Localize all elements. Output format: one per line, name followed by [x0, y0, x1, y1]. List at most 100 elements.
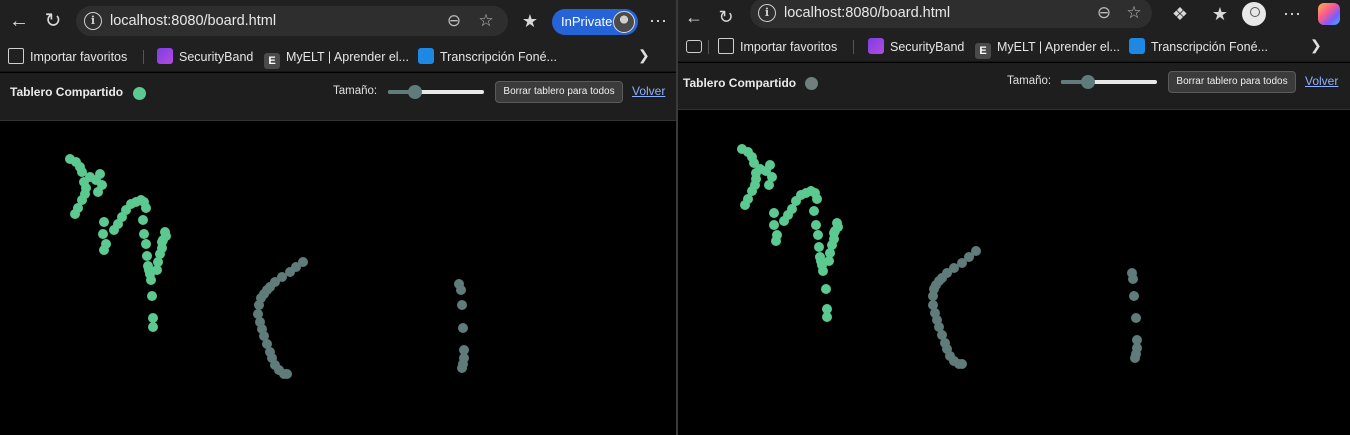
connection-status-dot [805, 77, 818, 90]
folder-import-icon [718, 38, 734, 54]
address-bar[interactable]: i localhost:8080/board.html ⊖ ☆ [76, 6, 508, 36]
size-label: Tamaño: [333, 85, 378, 97]
stroke-dot [765, 160, 775, 170]
folder-import-icon [8, 48, 24, 64]
stroke-dot [812, 194, 822, 204]
stroke-dot [829, 228, 839, 238]
more-menu-icon[interactable]: ⋯ [646, 9, 670, 33]
drawing-canvas[interactable] [678, 111, 1350, 435]
back-link[interactable]: Volver [632, 84, 665, 98]
favorite-myelt[interactable]: E MyELT | Aprender el... [975, 37, 1120, 59]
favorite-transcription[interactable]: Transcripción Foné... [1129, 37, 1268, 57]
stroke-dot [141, 203, 151, 213]
stroke-dot [1130, 353, 1140, 363]
drawn-stroke-green [109, 195, 151, 235]
favorite-star-icon[interactable]: ☆ [476, 11, 496, 31]
transcription-icon [1129, 38, 1145, 54]
inprivate-badge[interactable]: InPrivate [552, 9, 638, 35]
refresh-icon[interactable]: ↻ [40, 8, 66, 34]
favorites-list-icon[interactable]: ★ [518, 9, 542, 33]
clear-board-button[interactable]: Borrar tablero para todos [495, 81, 623, 103]
app-header: Tablero Compartido Tamaño: Borrar tabler… [0, 73, 676, 121]
drawn-stroke-green [152, 227, 171, 275]
stroke-dot [146, 275, 156, 285]
favorite-myelt[interactable]: E MyELT | Aprender el... [264, 47, 409, 69]
stroke-dot [740, 200, 750, 210]
site-info-icon[interactable]: i [84, 12, 102, 30]
address-bar-row: ← ↻ i localhost:8080/board.html ⊖ ☆ ★ In… [0, 0, 676, 42]
stroke-dot [99, 245, 109, 255]
favorite-star-icon[interactable]: ☆ [1124, 3, 1144, 23]
copilot-icon[interactable] [1318, 3, 1340, 25]
back-link[interactable]: Volver [1305, 74, 1338, 88]
stroke-dot [282, 369, 292, 379]
drawn-stroke-green [65, 154, 91, 219]
favorites-list-icon[interactable]: ★ [1208, 2, 1232, 26]
page-title: Tablero Compartido [683, 76, 797, 90]
refresh-icon[interactable]: ↻ [714, 5, 738, 29]
brush-size-slider[interactable] [388, 85, 484, 99]
stroke-dot [1129, 291, 1139, 301]
favorites-bar: Importar favoritos SecurityBand E MyELT |… [678, 32, 1350, 62]
stroke-dot [148, 322, 158, 332]
favorite-transcription[interactable]: Transcripción Foné... [418, 47, 557, 67]
favorites-separator [853, 40, 854, 54]
favorites-bar: Importar favoritos SecurityBand E MyELT |… [0, 42, 676, 72]
drawing-canvas[interactable] [0, 122, 676, 435]
favorite-import[interactable]: Importar favoritos [718, 37, 837, 57]
tab-actions-icon[interactable] [686, 40, 702, 53]
stroke-dot [814, 242, 824, 252]
stroke-dot [142, 251, 152, 261]
brush-size-slider[interactable] [1061, 75, 1157, 89]
favorites-separator [143, 50, 144, 64]
drawn-stroke-green [737, 144, 761, 210]
url-text: localhost:8080/board.html [110, 13, 277, 29]
stroke-dot [254, 300, 264, 310]
clear-board-button[interactable]: Borrar tablero para todos [1168, 71, 1296, 93]
chevron-right-icon[interactable]: ❯ [1310, 37, 1322, 54]
stroke-dot [70, 209, 80, 219]
stroke-dot [957, 359, 967, 369]
stroke-dot [93, 187, 103, 197]
inprivate-label: InPrivate [561, 14, 613, 29]
favorite-import[interactable]: Importar favoritos [8, 47, 127, 67]
site-info-icon[interactable]: i [758, 4, 776, 22]
browser-window-right: ← ↻ i localhost:8080/board.html ⊖ ☆ ❖ ★ … [678, 0, 1350, 435]
myelt-icon: E [264, 53, 280, 69]
stroke-dot [458, 323, 468, 333]
stroke-dot [769, 220, 779, 230]
address-bar[interactable]: i localhost:8080/board.html ⊖ ☆ [750, 0, 1152, 28]
more-menu-icon[interactable]: ⋯ [1280, 2, 1304, 26]
stroke-dot [1128, 274, 1138, 284]
extensions-icon[interactable]: ❖ [1168, 2, 1192, 26]
stroke-dot [824, 256, 834, 266]
stroke-dot [138, 215, 148, 225]
stroke-dot [99, 217, 109, 227]
favorite-securityband[interactable]: SecurityBand [868, 37, 964, 57]
favorite-securityband[interactable]: SecurityBand [157, 47, 253, 67]
slider-thumb[interactable] [407, 85, 422, 99]
profile-icon[interactable] [1242, 2, 1266, 26]
stroke-dot [95, 169, 105, 179]
drawn-stroke-green [779, 186, 822, 226]
slider-thumb[interactable] [1080, 75, 1095, 89]
drawn-stroke-gray [1127, 268, 1142, 363]
stroke-dot [818, 266, 828, 276]
stroke-dot [1131, 313, 1141, 323]
drawn-stroke-gray [454, 279, 469, 373]
chevron-right-icon[interactable]: ❯ [638, 47, 650, 64]
stroke-dot [152, 265, 162, 275]
stroke-dot [821, 284, 831, 294]
browser-window-left: ← ↻ i localhost:8080/board.html ⊖ ☆ ★ In… [0, 0, 676, 435]
zoom-icon[interactable]: ⊖ [444, 11, 464, 31]
stroke-dot [813, 230, 823, 240]
stroke-dot [147, 291, 157, 301]
stroke-dot [928, 291, 938, 301]
securityband-icon [868, 38, 884, 54]
myelt-icon: E [975, 43, 991, 59]
page-title: Tablero Compartido [10, 85, 124, 99]
stroke-dot [809, 206, 819, 216]
back-arrow-icon[interactable]: ← [682, 5, 706, 29]
zoom-icon[interactable]: ⊖ [1094, 3, 1114, 23]
back-arrow-icon[interactable]: ← [6, 8, 32, 34]
